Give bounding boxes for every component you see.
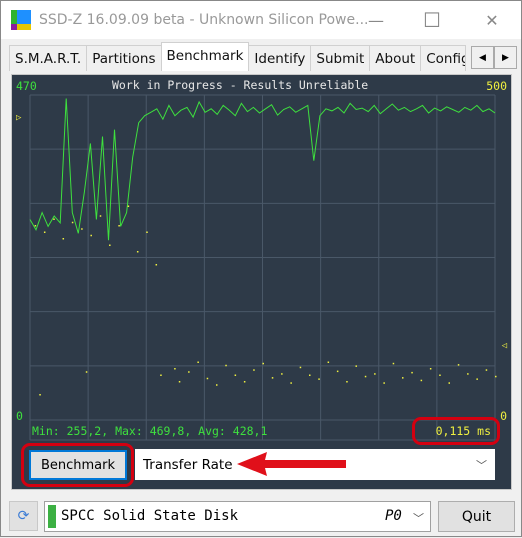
access-time-point <box>118 225 120 227</box>
access-time-point <box>146 231 148 233</box>
access-time-point <box>206 377 209 380</box>
access-time-point <box>71 221 74 224</box>
tab-bar: S.M.A.R.T. Partitions Benchmark Identify… <box>9 42 467 71</box>
drive-status-indicator <box>48 505 56 528</box>
access-time-point <box>281 373 283 375</box>
access-time-point <box>34 225 37 227</box>
access-time-point <box>234 374 237 376</box>
left-axis-max: 470 <box>16 79 37 93</box>
access-time-point <box>155 264 158 266</box>
access-time-point <box>160 374 162 376</box>
drive-select[interactable]: SPCC Solid State Disk P0 ﹀ <box>44 501 431 532</box>
warning-banner: Work in Progress - Results Unreliable <box>112 78 369 92</box>
access-time-point <box>85 371 88 373</box>
access-time-point <box>392 362 395 365</box>
access-time-point <box>127 205 130 207</box>
access-time-point <box>327 361 330 363</box>
access-time-point <box>309 374 311 376</box>
tab-identify[interactable]: Identify <box>248 45 312 71</box>
chevron-down-icon: ﹀ <box>476 458 487 472</box>
access-time-point <box>253 369 255 371</box>
highlight-ring <box>412 417 500 445</box>
drive-port: P0 <box>385 508 402 524</box>
app-logo-icon <box>11 10 31 30</box>
access-time-point <box>485 369 488 371</box>
access-time-point <box>216 384 218 386</box>
chevron-down-icon: ﹀ <box>413 512 424 525</box>
access-time-point <box>109 244 111 246</box>
tab-partitions[interactable]: Partitions <box>86 45 162 71</box>
access-time-point <box>53 218 55 220</box>
access-time-point <box>383 382 385 384</box>
access-time-point <box>457 364 460 366</box>
access-time-point <box>174 368 176 370</box>
tab-about[interactable]: About <box>369 45 422 71</box>
access-time-point <box>299 366 302 369</box>
access-time-point <box>402 377 404 379</box>
quit-button[interactable]: Quit <box>438 501 515 532</box>
refresh-icon[interactable]: ⟳ <box>9 501 38 531</box>
access-time-point <box>346 381 348 383</box>
test-mode-select[interactable]: Transfer Rate ﹀ <box>135 449 495 480</box>
access-time-point <box>178 381 181 383</box>
right-marker-icon: ◁ <box>501 341 507 351</box>
left-axis-min: 0 <box>16 409 23 423</box>
access-time-point <box>262 362 264 365</box>
access-time-point <box>136 251 139 253</box>
tab-benchmark[interactable]: Benchmark <box>160 42 250 71</box>
access-time-point <box>318 378 320 380</box>
drive-name: SPCC Solid State Disk <box>61 508 239 524</box>
minimize-button[interactable]: — <box>353 1 399 39</box>
tab-scroll-left-icon[interactable]: ◀ <box>471 46 494 69</box>
access-time-point <box>495 375 497 378</box>
access-time-point <box>336 370 339 373</box>
access-time-point <box>39 394 41 396</box>
right-axis-min: 0 <box>500 409 507 423</box>
test-mode-value: Transfer Rate <box>143 456 233 473</box>
transfer-rate-chart <box>29 94 497 441</box>
access-time-point <box>271 377 274 379</box>
left-marker-icon: ▷ <box>16 113 22 123</box>
highlight-ring <box>21 443 134 487</box>
access-time-point <box>243 381 246 383</box>
tab-scroll-right-icon[interactable]: ▶ <box>494 46 517 69</box>
stats-text: Min: 255,2, Max: 469,8, Avg: 428,1 <box>32 424 268 438</box>
window-title: SSD-Z 16.09.09 beta - Unknown Silicon Po… <box>39 12 369 28</box>
access-time-point <box>355 365 357 367</box>
access-time-point <box>374 373 376 375</box>
tab-config[interactable]: Config <box>420 45 467 71</box>
access-time-point <box>429 368 432 370</box>
access-time-point <box>81 228 83 230</box>
tab-smart[interactable]: S.M.A.R.T. <box>9 45 88 71</box>
access-time-point <box>439 374 441 376</box>
title-bar: SSD-Z 16.09.09 beta - Unknown Silicon Po… <box>1 1 521 39</box>
access-time-point <box>467 373 469 375</box>
access-time-point <box>62 238 65 240</box>
access-time-point <box>43 231 46 233</box>
access-time-point <box>188 371 190 373</box>
close-button[interactable]: ✕ <box>469 1 515 39</box>
maximize-button[interactable]: ☐ <box>409 1 455 39</box>
access-time-point <box>99 215 102 217</box>
access-time-point <box>476 378 478 380</box>
access-time-point <box>411 371 413 374</box>
access-time-point <box>197 361 199 363</box>
right-axis-max: 500 <box>486 79 507 93</box>
access-time-point <box>90 234 92 237</box>
access-time-point <box>448 382 450 384</box>
access-time-point <box>364 375 367 378</box>
tab-submit[interactable]: Submit <box>310 45 371 71</box>
access-time-point <box>420 379 423 382</box>
access-time-point <box>225 364 227 367</box>
access-time-point <box>290 382 292 384</box>
